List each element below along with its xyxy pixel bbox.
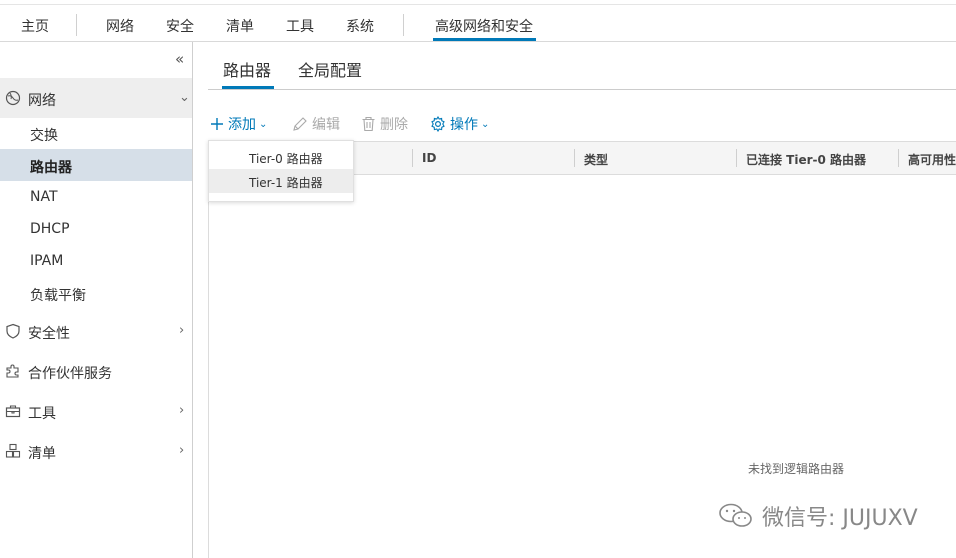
delete-button-label: 删除 [380, 117, 408, 133]
nav-inventory[interactable]: 清单 [226, 16, 254, 36]
chevron-down-icon: ⌄ [481, 118, 490, 130]
menu-item-tier0-router[interactable]: Tier-0 路由器 [209, 145, 353, 169]
nav-separator [76, 14, 77, 36]
wechat-icon [719, 503, 752, 527]
pencil-icon [293, 117, 307, 131]
column-header-type[interactable]: 类型 [584, 151, 608, 168]
chevron-right-icon: › [179, 403, 185, 418]
top-edge [0, 0, 956, 5]
sidebar-group-inventory[interactable]: 清单 › [0, 431, 192, 471]
gear-icon [431, 116, 445, 132]
sidebar-item-nat[interactable]: NAT [0, 181, 192, 213]
sidebar-item-routers[interactable]: 路由器 [0, 149, 192, 181]
sidebar-group-networking[interactable]: 网络 ⌄ [0, 78, 192, 118]
delete-button[interactable]: 删除 [361, 114, 408, 134]
shield-icon [6, 323, 20, 339]
sidebar-group-label: 合作伙伴服务 [28, 366, 112, 382]
sidebar-item-load-balancing[interactable]: 负载平衡 [0, 277, 192, 309]
nav-advanced-networking-security[interactable]: 高级网络和安全 [435, 16, 533, 36]
chevron-right-icon: › [179, 443, 185, 458]
nav-home[interactable]: 主页 [21, 16, 49, 36]
sidebar-item-dhcp[interactable]: DHCP [0, 213, 192, 245]
nav-separator [403, 14, 404, 36]
add-dropdown-menu: Tier-0 路由器 Tier-1 路由器 [208, 140, 354, 202]
tab-global-config[interactable]: 全局配置 [298, 57, 362, 81]
sidebar-group-label: 清单 [28, 446, 56, 462]
chevron-down-icon: ⌄ [179, 90, 190, 105]
inventory-icon [5, 443, 21, 458]
chevron-down-icon: ⌄ [259, 118, 268, 130]
collapse-sidebar-icon[interactable]: « [175, 50, 184, 68]
menu-item-label: Tier-1 路由器 [249, 176, 323, 190]
sidebar-group-partner-services[interactable]: 合作伙伴服务 [0, 351, 192, 391]
sidebar-item-label: NAT [30, 189, 58, 205]
sidebar-item-switching[interactable]: 交换 [0, 117, 192, 149]
actions-button[interactable]: 操作 ⌄ [430, 114, 489, 134]
column-separator [898, 149, 899, 167]
sidebar-group-tools[interactable]: 工具 › [0, 391, 192, 431]
toolbox-icon [5, 405, 21, 418]
column-separator [412, 149, 413, 167]
edit-button-label: 编辑 [312, 117, 340, 133]
active-nav-indicator [433, 38, 536, 41]
active-tab-indicator [222, 86, 274, 89]
sidebar-group-security[interactable]: 安全性 › [0, 311, 192, 351]
actions-button-label: 操作 [450, 117, 478, 133]
trash-icon [362, 116, 375, 132]
column-header-high-availability[interactable]: 高可用性 [908, 151, 956, 168]
add-button[interactable]: 添加 ⌄ [210, 114, 267, 134]
nav-networking[interactable]: 网络 [106, 16, 134, 36]
page-tabs: 路由器 全局配置 [208, 42, 956, 90]
column-header-id[interactable]: ID [422, 151, 436, 165]
sidebar-group-label: 工具 [28, 406, 56, 422]
tab-routers[interactable]: 路由器 [223, 57, 271, 81]
nav-security[interactable]: 安全 [166, 16, 194, 36]
sidebar-group-label: 网络 [28, 93, 56, 109]
sidebar: « 网络 ⌄ 交换 路由器 NAT DHCP IPAM 负载平衡 安全性 › 合… [0, 42, 193, 558]
column-header-connected-tier0[interactable]: 已连接 Tier-0 路由器 [746, 151, 866, 168]
nav-tools[interactable]: 工具 [286, 16, 314, 36]
sidebar-item-label: DHCP [30, 221, 70, 237]
menu-item-tier1-router[interactable]: Tier-1 路由器 [209, 169, 353, 193]
column-separator [736, 149, 737, 167]
empty-table-message: 未找到逻辑路由器 [748, 462, 845, 476]
plus-icon [211, 118, 223, 130]
chevron-right-icon: › [179, 323, 185, 338]
menu-item-label: Tier-0 路由器 [249, 152, 323, 166]
sidebar-item-label: 负载平衡 [30, 288, 86, 304]
add-button-label: 添加 [228, 117, 256, 133]
puzzle-icon [6, 364, 19, 378]
top-navigation-bar: 主页 网络 安全 清单 工具 系统 高级网络和安全 [0, 0, 956, 42]
edit-button[interactable]: 编辑 [292, 114, 340, 134]
column-separator [574, 149, 575, 167]
network-icon [5, 90, 21, 106]
sidebar-item-label: 路由器 [30, 160, 72, 176]
watermark-text: 微信号: JUJUXV [762, 506, 918, 531]
sidebar-item-label: 交换 [30, 128, 58, 144]
sidebar-item-label: IPAM [30, 253, 64, 269]
wechat-watermark: 微信号: JUJUXV [718, 500, 918, 532]
sidebar-item-ipam[interactable]: IPAM [0, 245, 192, 277]
nav-system[interactable]: 系统 [346, 16, 374, 36]
sidebar-group-label: 安全性 [28, 326, 70, 342]
